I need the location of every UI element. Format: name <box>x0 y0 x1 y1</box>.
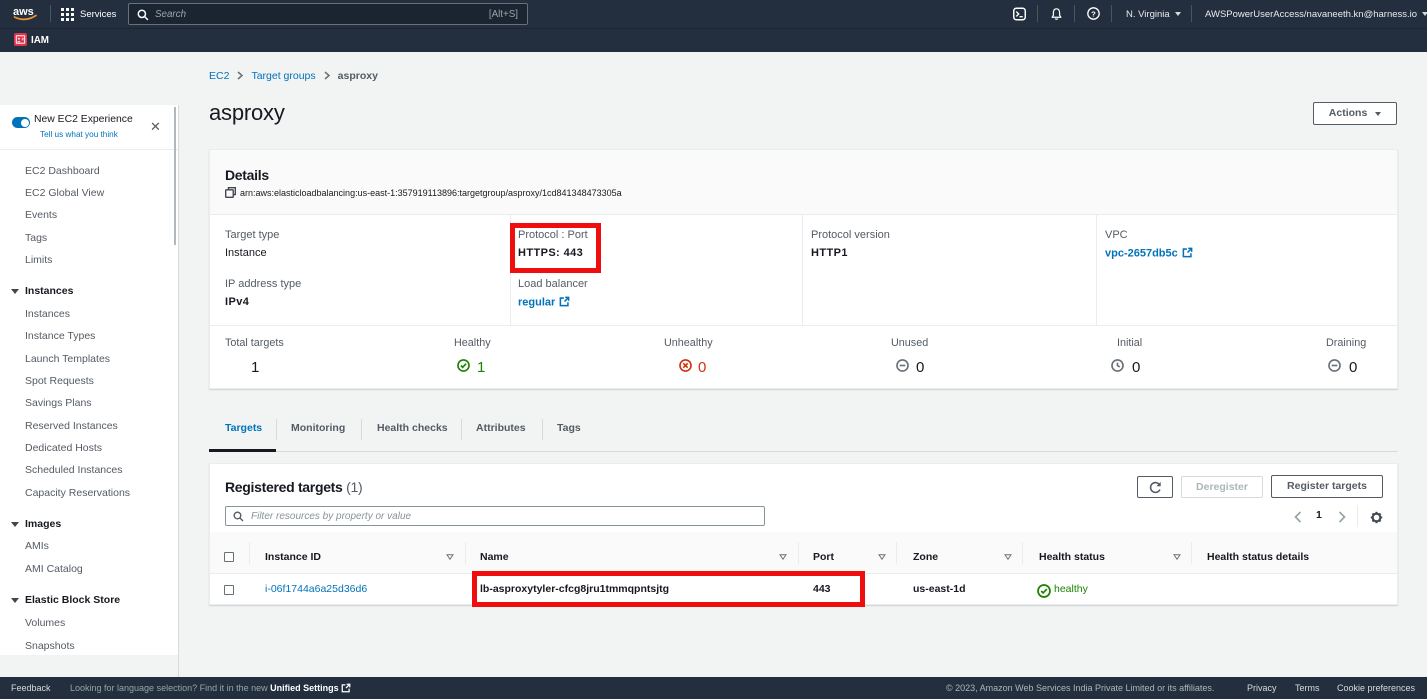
svg-text:aws: aws <box>13 6 34 18</box>
svg-text:?: ? <box>1091 9 1096 18</box>
